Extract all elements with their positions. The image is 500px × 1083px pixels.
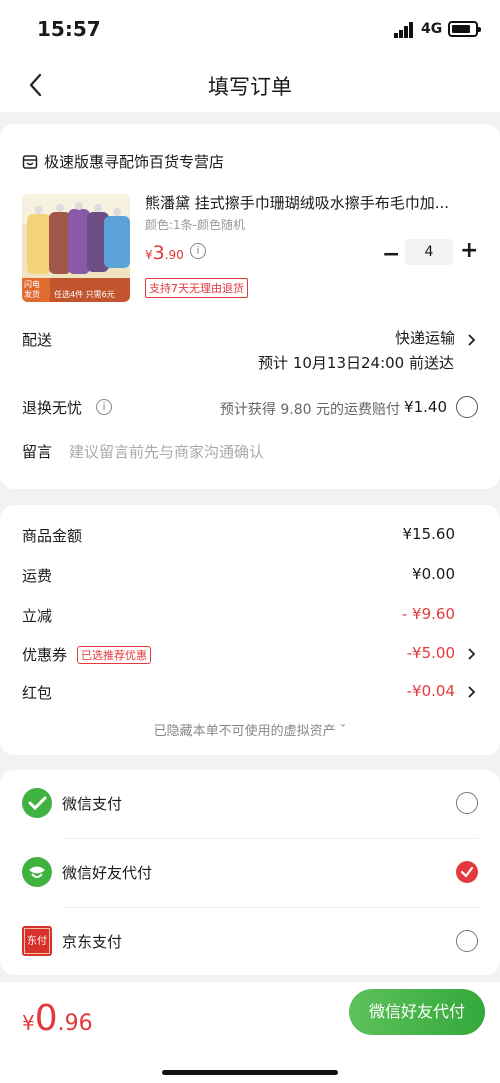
payment-radio[interactable]: [456, 792, 478, 814]
return-worry-info-icon[interactable]: i: [96, 399, 112, 415]
network-type: 4G: [421, 21, 443, 37]
shipping-value: ¥0.00: [412, 565, 455, 583]
payment-option-jd[interactable]: 东付 京东支付: [0, 908, 500, 976]
flash-ship-tag: 闪电 发货: [24, 280, 40, 299]
price-info-icon[interactable]: i: [190, 243, 206, 259]
coupon-label: 优惠券: [22, 646, 68, 664]
signal-icon: [394, 22, 413, 38]
battery-icon: [448, 21, 481, 37]
payment-card: 微信支付 微信好友代付 东付 京东支付: [0, 770, 500, 975]
quantity-increase-button[interactable]: +: [460, 238, 478, 263]
total-integer: 0: [34, 998, 58, 1039]
red-packet-label: 红包: [22, 684, 53, 702]
store-name: 极速版惠寻配饰百货专营店: [44, 153, 225, 171]
payment-option-wechat-friend[interactable]: 微信好友代付: [0, 839, 500, 907]
status-bar: 15:57 4G: [0, 0, 500, 58]
pay-button[interactable]: 微信好友代付: [349, 989, 485, 1035]
home-indicator: [162, 1070, 338, 1075]
chevron-right-icon[interactable]: [466, 685, 476, 699]
total-symbol: ¥: [22, 1011, 35, 1035]
discount-value: - ¥9.60: [401, 605, 455, 623]
price-summary-card: 商品金额 ¥15.60 运费 ¥0.00 立减 - ¥9.60 优惠券 已选推荐…: [0, 505, 500, 755]
jd-pay-icon: 东付: [22, 926, 52, 956]
delivery-label: 配送: [22, 331, 53, 349]
coupon-value[interactable]: -¥5.00: [407, 644, 455, 662]
product-image[interactable]: 闪电 发货 任选4件 只需6元: [22, 194, 130, 302]
payment-label: 京东支付: [62, 933, 123, 951]
nav-bar: 填写订单: [0, 58, 500, 112]
delivery-method[interactable]: 快递运输: [395, 327, 455, 348]
payment-label: 微信好友代付: [62, 864, 153, 882]
chevron-right-icon[interactable]: [466, 333, 476, 347]
message-label: 留言: [22, 443, 53, 461]
payment-radio-checked[interactable]: [456, 861, 478, 883]
quantity-decrease-button[interactable]: −: [382, 242, 400, 267]
total-decimal: .96: [57, 1011, 93, 1036]
red-packet-value[interactable]: -¥0.04: [407, 682, 455, 700]
payment-option-wechat[interactable]: 微信支付: [0, 770, 500, 838]
message-input[interactable]: 建议留言前先与商家沟通确认: [69, 441, 264, 462]
payment-radio[interactable]: [456, 930, 478, 952]
payment-label: 微信支付: [62, 795, 123, 813]
goods-amount-label: 商品金额: [22, 527, 83, 545]
discount-label: 立减: [22, 607, 53, 625]
price-integer: 3: [152, 242, 165, 264]
status-time: 15:57: [37, 17, 101, 41]
check-icon: [460, 866, 474, 878]
hidden-assets-toggle[interactable]: 已隐藏本单不可使用的虚拟资产 ˇ: [0, 720, 500, 739]
compensation-text: 预计获得 9.80 元的运费赔付: [219, 402, 400, 418]
bottom-bar: ¥0.96 微信好友代付: [0, 982, 500, 1083]
order-card: 极速版惠寻配饰百货专营店 闪电 发货 任选4件 只需6元 熊潘黛 挂式擦手巾珊瑚…: [0, 124, 500, 489]
promo-tag: 任选4件 只需6元: [54, 290, 115, 299]
chevron-right-icon[interactable]: [466, 647, 476, 661]
store-icon: [22, 154, 38, 169]
quantity-field[interactable]: 4: [405, 239, 453, 265]
product-price: ¥3.90: [145, 242, 184, 264]
return-worry-price: ¥1.40: [404, 398, 447, 416]
return-worry-label: 退换无忧: [22, 399, 83, 417]
total-price: ¥0.96: [22, 998, 93, 1039]
jd-pay-icon-text: 东付: [24, 928, 50, 954]
return-policy-badge: 支持7天无理由退货: [145, 278, 248, 298]
wechat-friend-pay-icon: [22, 857, 52, 887]
delivery-estimate: 预计 10月13日24:00 前送达: [258, 354, 454, 372]
page-title: 填写订单: [208, 75, 292, 99]
product-title[interactable]: 熊潘黛 挂式擦手巾珊瑚绒吸水擦手布毛巾加...: [145, 192, 475, 213]
store-row[interactable]: 极速版惠寻配饰百货专营店: [22, 151, 224, 172]
price-symbol: ¥: [145, 248, 153, 262]
goods-amount-value: ¥15.60: [402, 525, 456, 543]
shipping-label: 运费: [22, 567, 53, 585]
coupon-tag: 已选推荐优惠: [77, 646, 151, 664]
wechat-pay-icon: [22, 788, 52, 818]
price-decimal: .90: [164, 248, 184, 262]
product-spec[interactable]: 颜色:1条-颜色随机: [145, 216, 245, 233]
return-worry-radio[interactable]: [456, 396, 478, 418]
